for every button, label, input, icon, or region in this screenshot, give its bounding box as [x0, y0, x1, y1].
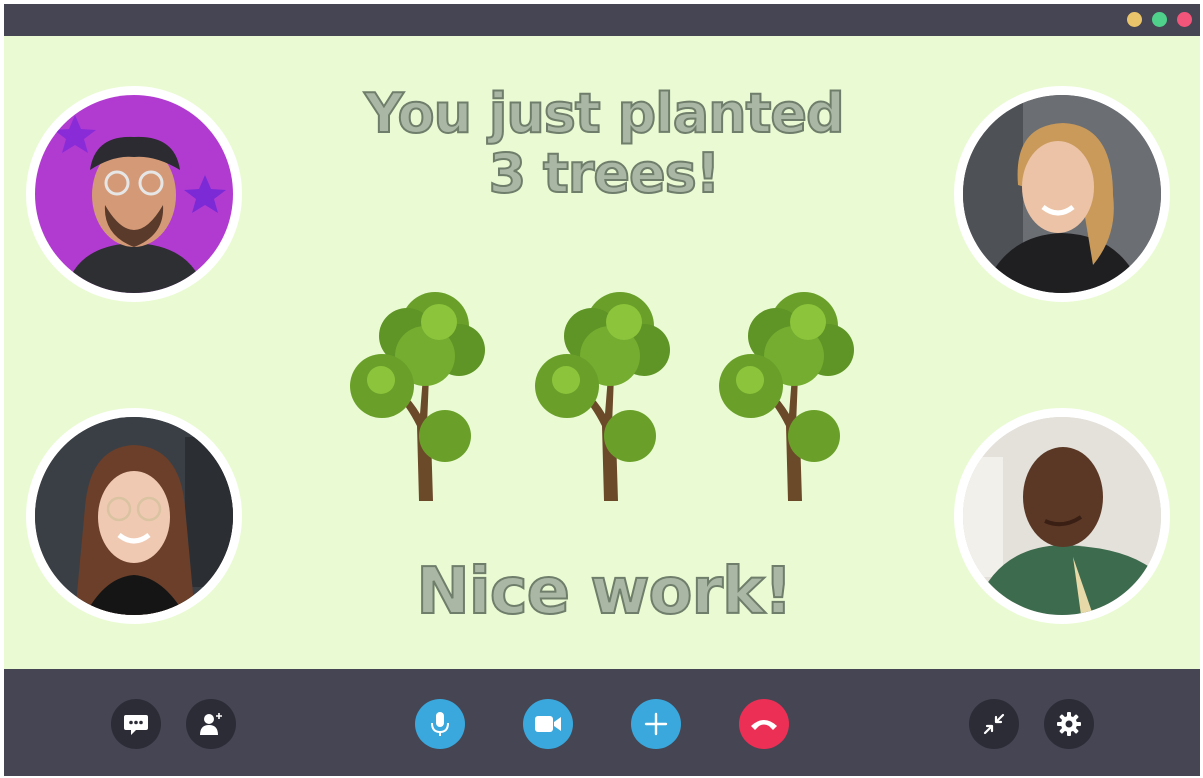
minimize-dot[interactable]	[1127, 12, 1142, 27]
call-stage: You just planted 3 trees! Nice work!	[4, 36, 1200, 669]
tree-icon	[535, 292, 670, 501]
maximize-dot[interactable]	[1152, 12, 1167, 27]
end-call-button[interactable]	[739, 699, 789, 749]
close-dot[interactable]	[1177, 12, 1192, 27]
add-participant-button[interactable]	[186, 699, 236, 749]
add-button[interactable]	[631, 699, 681, 749]
participant-video	[963, 95, 1161, 293]
settings-button[interactable]	[1044, 699, 1094, 749]
window-controls	[1127, 12, 1192, 27]
minimize-view-button[interactable]	[969, 699, 1019, 749]
hang-up-icon	[751, 720, 777, 730]
nice-work-message: Nice work!	[415, 555, 794, 629]
microphone-icon	[431, 712, 449, 736]
tree-icon	[350, 292, 485, 501]
participant-bottom-left[interactable]	[26, 408, 242, 624]
participant-video	[963, 417, 1161, 615]
call-toolbar	[4, 669, 1200, 776]
participant-top-right[interactable]	[954, 86, 1170, 302]
plus-icon	[644, 712, 668, 736]
video-call-window: You just planted 3 trees! Nice work!	[4, 4, 1200, 776]
gear-icon	[1057, 712, 1081, 736]
headline-line-1: You just planted	[363, 82, 845, 145]
video-camera-icon	[535, 716, 561, 732]
collapse-arrows-icon	[983, 713, 1005, 735]
chat-button[interactable]	[111, 699, 161, 749]
camera-button[interactable]	[523, 699, 573, 749]
microphone-button[interactable]	[415, 699, 465, 749]
headline: You just planted 3 trees!	[284, 82, 924, 205]
participant-video	[35, 95, 233, 293]
title-bar	[4, 4, 1200, 36]
participant-top-left[interactable]	[26, 86, 242, 302]
participant-bottom-right[interactable]	[954, 408, 1170, 624]
participant-video	[35, 417, 233, 615]
tree-icon	[719, 292, 854, 501]
add-person-icon	[200, 713, 222, 735]
headline-line-2: 3 trees!	[488, 142, 722, 205]
chat-icon	[124, 715, 148, 735]
